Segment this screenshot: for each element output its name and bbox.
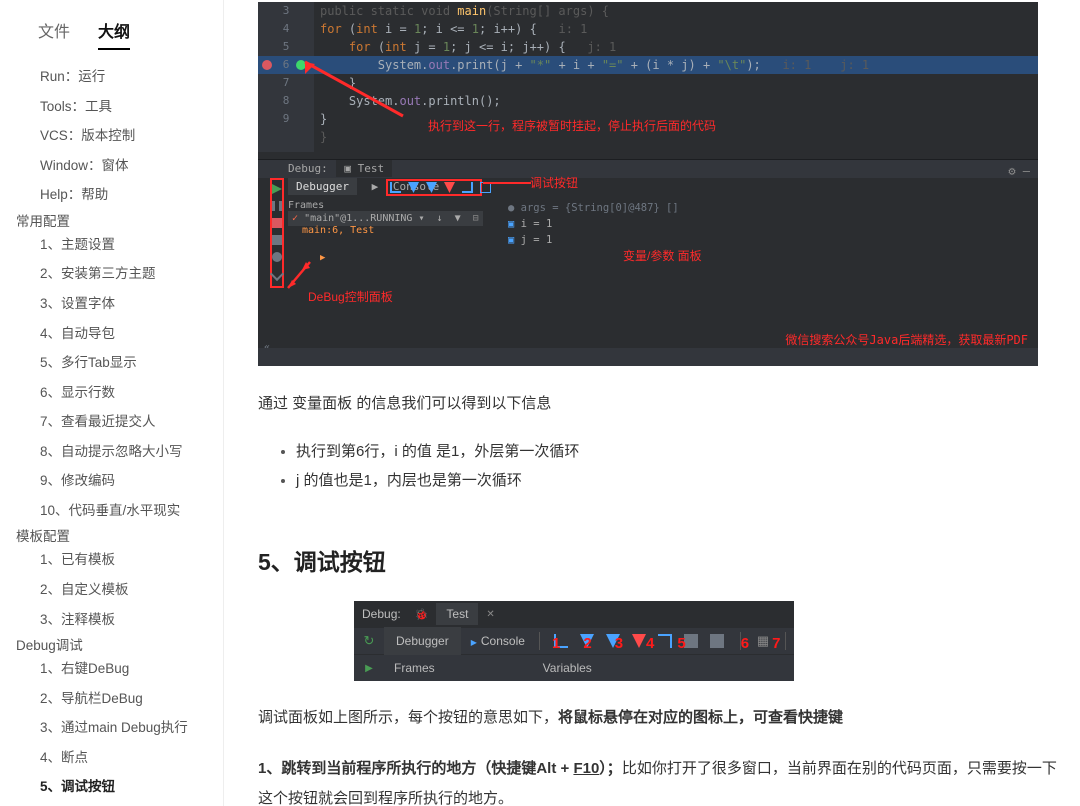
annotation-pause: 执行到这一行，程序被暂时挂起，停止执行后面的代码 xyxy=(428,117,716,134)
tab-file[interactable]: 文件 xyxy=(38,18,70,50)
outline-nav: Run：运行Tools：工具VCS：版本控制Window：窗体Help：帮助常用… xyxy=(10,62,213,806)
nav-item[interactable]: 6、DeBug控制面板 xyxy=(10,802,213,806)
resume-icon[interactable]: ▶ xyxy=(354,663,384,674)
nav-item[interactable]: 1、右键DeBug xyxy=(10,654,213,684)
nav-item[interactable]: 2、安装第三方主题 xyxy=(10,259,213,289)
nav-item[interactable]: 5、调试按钮 xyxy=(10,772,213,802)
step-into-icon[interactable] xyxy=(426,182,437,193)
stop-icon[interactable] xyxy=(272,218,282,228)
resume-icon[interactable] xyxy=(272,184,282,194)
nav-item[interactable]: VCS：版本控制 xyxy=(10,121,213,151)
gear-icon[interactable]: ⚙ — xyxy=(1008,162,1030,180)
thread-selector[interactable]: ✓ "main"@1...RUNNING ▾ ↓ ▼ ⊟ xyxy=(288,211,483,226)
nav-item[interactable]: 5、多行Tab显示 xyxy=(10,348,213,378)
nav-item[interactable]: 10、代码垂直/水平现实 xyxy=(10,496,213,526)
test-tab[interactable]: Test xyxy=(436,603,478,625)
nav-item[interactable]: 6、显示行数 xyxy=(10,378,213,408)
annotation-arrow xyxy=(303,60,423,123)
list-item: 执行到第6行，i 的值 是1，外层第一次循环 xyxy=(296,437,1068,466)
show-exec-point-icon[interactable] xyxy=(390,182,401,193)
frames-label: Frames xyxy=(384,661,435,675)
force-step-into-icon[interactable] xyxy=(444,182,455,193)
view-breakpoints-icon[interactable] xyxy=(272,235,282,245)
step-out-icon[interactable] xyxy=(462,182,473,193)
nav-item[interactable]: 4、自动导包 xyxy=(10,319,213,349)
sidebar-tabs: 文件 大纲 xyxy=(10,0,213,62)
section-heading: 5、调试按钮 xyxy=(258,543,1068,577)
debug-label: Debug: xyxy=(288,162,328,175)
frames-row: ▶ Frames Variables xyxy=(354,655,794,681)
rerun-icon[interactable]: ↻ xyxy=(354,633,384,649)
nav-item[interactable]: 3、通过main Debug执行 xyxy=(10,713,213,743)
status-bar xyxy=(258,348,1038,366)
console-tab[interactable]: Console xyxy=(461,634,535,648)
close-icon[interactable]: ✕ xyxy=(486,609,494,620)
nav-item[interactable]: 2、自定义模板 xyxy=(10,575,213,605)
tab-outline[interactable]: 大纲 xyxy=(98,18,130,50)
annotation-vars: 变量/参数 面板 xyxy=(623,247,702,264)
nav-category[interactable]: Debug调试 xyxy=(10,633,83,658)
nav-item[interactable]: 8、自动提示忽略大小写 xyxy=(10,437,213,467)
frames-label: Frames xyxy=(288,200,483,211)
variables-panel: ● args = {String[0]@487} [] ▣ i = 1 ▣ j … xyxy=(508,200,679,248)
pause-icon[interactable] xyxy=(272,201,282,211)
paragraph: 1、跳转到当前程序所执行的地方（快捷键Alt + F10）；比如你打开了很多窗口… xyxy=(258,754,1068,806)
mute-breakpoints-icon[interactable] xyxy=(272,252,282,262)
annotation-control-panel: DeBug控制面板 xyxy=(308,288,393,305)
nav-item[interactable]: 1、主题设置 xyxy=(10,230,213,260)
nav-item[interactable]: 2、导航栏DeBug xyxy=(10,684,213,714)
annotation-buttons: 调试按钮 xyxy=(530,174,578,191)
debugger-tab[interactable]: Debugger xyxy=(288,178,357,195)
paragraph: 调试面板如上图所示，每个按钮的意思如下，将鼠标悬停在对应的图标上，可查看快捷键 xyxy=(258,703,1068,732)
variables-label: Variables xyxy=(543,661,592,675)
frame-icon: ▶ xyxy=(320,253,325,263)
nav-item[interactable]: Help：帮助 xyxy=(10,180,213,210)
nav-item[interactable]: 7、查看最近提交人 xyxy=(10,407,213,437)
watermark-text: 微信搜索公众号Java后端精选，获取最新PDF xyxy=(785,331,1028,348)
debug-toolbar-screenshot: Debug: 🐞 Test ✕ ↻ Debugger Console xyxy=(354,601,794,681)
nav-item[interactable]: 4、断点 xyxy=(10,743,213,773)
nav-item[interactable]: 3、设置字体 xyxy=(10,289,213,319)
debug-config-tab: ▣ Test xyxy=(336,160,392,177)
nav-item[interactable]: 3、注释模板 xyxy=(10,605,213,635)
annotation-numbers: 1234567 xyxy=(552,635,780,652)
article-content: 3456789 public static void main(String[]… xyxy=(224,0,1080,806)
debug-panel: Debug: ▣ Test ⚙ — Debugger ▶ Console xyxy=(258,159,1038,366)
nav-item[interactable]: 9、修改编码 xyxy=(10,466,213,496)
nav-category[interactable]: 模板配置 xyxy=(10,524,70,549)
debugger-tab[interactable]: Debugger xyxy=(384,627,461,655)
outline-sidebar: 文件 大纲 Run：运行Tools：工具VCS：版本控制Window：窗体Hel… xyxy=(0,0,224,806)
chevron-icon[interactable] xyxy=(270,267,284,281)
paragraph: 通过 变量面板 的信息我们可以得到以下信息 xyxy=(258,390,1068,419)
nav-item[interactable]: Tools：工具 xyxy=(10,92,213,122)
frames-panel: Frames ✓ "main"@1...RUNNING ▾ ↓ ▼ ⊟ ▶ ma… xyxy=(288,200,483,236)
step-buttons xyxy=(390,182,491,193)
annotation-line xyxy=(483,182,531,184)
nav-item[interactable]: Run：运行 xyxy=(10,62,213,92)
bullet-list: 执行到第6行，i 的值 是1，外层第一次循环 j 的值也是1，内层也是第一次循环 xyxy=(258,437,1068,496)
nav-item[interactable]: 1、已有模板 xyxy=(10,545,213,575)
ide-debug-screenshot: 3456789 public static void main(String[]… xyxy=(258,2,1038,366)
list-item: j 的值也是1，内层也是第一次循环 xyxy=(296,466,1068,495)
nav-item[interactable]: Window：窗体 xyxy=(10,151,213,181)
frame-entry[interactable]: main:6, Test xyxy=(288,225,483,236)
bug-icon: 🐞 xyxy=(415,608,429,621)
debug-header: Debug: 🐞 Test ✕ xyxy=(354,601,794,627)
nav-category[interactable]: 常用配置 xyxy=(10,209,70,234)
debug-control-bar xyxy=(272,184,282,279)
debug-label: Debug: xyxy=(362,607,401,621)
step-over-icon[interactable] xyxy=(408,182,419,193)
